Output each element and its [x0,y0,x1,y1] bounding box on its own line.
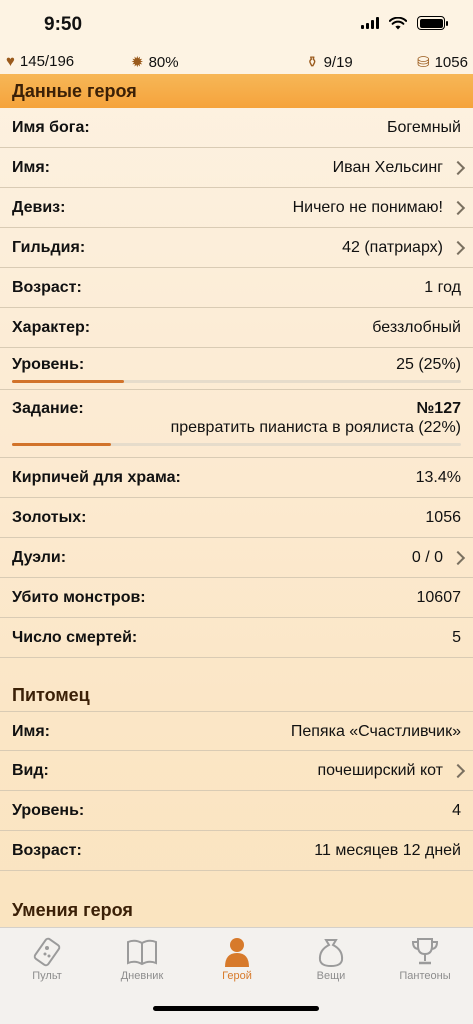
level-progress-fill [12,380,125,383]
sack-icon: ⚱ [306,54,319,71]
skills-section-title: Умения героя [12,900,133,920]
system-icons [361,16,448,30]
battery-icon [417,16,448,30]
remote-icon [33,937,61,967]
gold-value: 1056 [434,53,468,71]
level-row: Уровень: 25 (25%) [0,348,473,390]
bricks-row: Кирпичей для храма: 13.4% [0,458,473,498]
hero-name-row[interactable]: Имя: Иван Хельсинг [0,148,473,188]
tab-items[interactable]: Вещи [286,934,376,982]
home-indicator [153,1006,319,1011]
hero-section-title: Данные героя [0,74,473,108]
duels-row[interactable]: Дуэли: 0 / 0 [0,538,473,578]
book-icon [127,939,157,966]
sun-icon: ✹ [131,54,144,71]
health-value: 145/196 [19,53,75,70]
deaths-row: Число смертей: 5 [0,618,473,658]
hero-age-row: Возраст: 1 год [0,268,473,308]
pet-age-row: Возраст: 11 месяцев 12 дней [0,831,473,871]
pet-level-row: Уровень: 4 [0,791,473,831]
health-stat: ♥ 145/196 [6,53,74,70]
heart-icon: ♥ [6,53,15,70]
gold-row: Золотых: 1056 [0,498,473,538]
trophy-icon [411,938,439,965]
guild-row[interactable]: Гильдия: 42 (патриарх) [0,228,473,268]
wifi-icon [389,16,407,29]
quest-progress-fill [12,443,111,446]
quest-progress-bar [12,443,461,446]
chevron-right-icon [450,200,466,216]
hero-icon [225,938,249,967]
tab-hero[interactable]: Герой [192,934,282,982]
chevron-right-icon [450,763,466,779]
quest-text: превратить пианиста в роялиста (22%) [170,419,461,436]
chevron-right-icon [450,550,466,566]
pet-section-title: Питомец [12,685,90,705]
quest-row: Задание: №127 превратить пианиста в роял… [0,390,473,458]
hero-stats-bar: ♥ 145/196 ✹ 80% ⚱ 9/19 ⛁ 1056 [0,48,473,74]
pet-name-row: Имя: Пепяка «Счастливчик» [0,711,473,751]
god-name-row: Имя бога: Богемный [0,108,473,148]
signal-icon [361,17,379,29]
chevron-right-icon [450,160,466,176]
chevron-right-icon [450,240,466,256]
inventory-stat: ⚱ 9/19 [306,53,353,72]
status-time: 9:50 [44,14,83,35]
coins-icon: ⛁ [417,54,430,71]
level-progress-bar [12,380,461,383]
pet-kind-row[interactable]: Вид: почеширский кот [0,751,473,791]
quest-number: №127 [416,400,461,417]
inventory-value: 9/19 [323,53,353,71]
tab-remote[interactable]: Пульт [2,934,92,982]
tab-pantheons[interactable]: Пантеоны [380,934,470,982]
gold-stat: ⛁ 1056 [417,53,468,72]
status-bar: 9:50 [0,0,473,48]
godpower-value: 80% [148,53,179,71]
motto-row[interactable]: Девиз: Ничего не понимаю! [0,188,473,228]
godpower-stat: ✹ 80% [131,53,179,72]
tab-diary[interactable]: Дневник [97,934,187,982]
monsters-row: Убито монстров: 10607 [0,578,473,618]
bag-icon [318,939,344,968]
character-row: Характер: беззлобный [0,308,473,348]
